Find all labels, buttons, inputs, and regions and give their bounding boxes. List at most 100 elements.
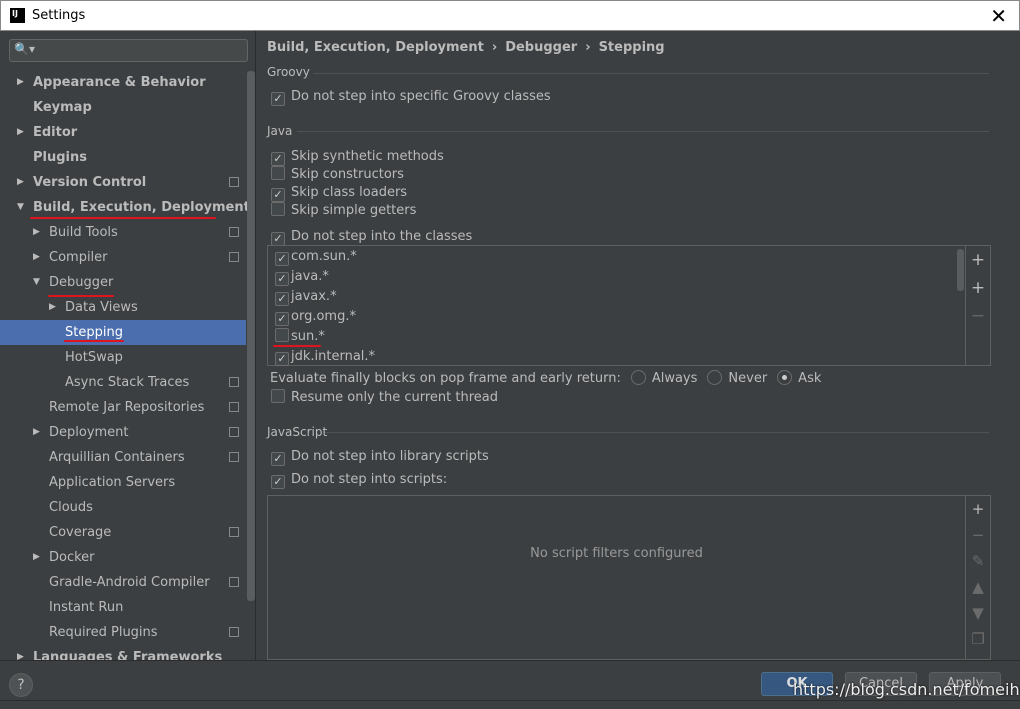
sidebar-item[interactable]: Remote Jar Repositories bbox=[0, 395, 246, 420]
sidebar-item-label: Debugger bbox=[49, 275, 114, 290]
class-filter-item[interactable]: ✓ javax.* bbox=[275, 288, 337, 306]
sidebar-item[interactable]: ▶ Build Tools bbox=[0, 220, 246, 245]
remove-icon[interactable]: − bbox=[966, 302, 990, 330]
status-strip bbox=[0, 700, 1020, 709]
remove-icon[interactable]: − bbox=[966, 522, 990, 548]
sidebar-scrollbar[interactable] bbox=[247, 71, 255, 601]
project-settings-icon bbox=[229, 177, 239, 187]
classes-list: ✓ com.sun.* ✓ java.* ✓ javax.* ✓ org.omg.* sun.*… bbox=[267, 245, 991, 366]
close-icon[interactable]: ✕ bbox=[990, 4, 1007, 28]
project-settings-icon bbox=[229, 252, 239, 262]
chevron-right-icon[interactable]: ▶ bbox=[17, 120, 24, 145]
window-title: Settings bbox=[32, 8, 86, 23]
copy-icon[interactable]: ❐ bbox=[966, 626, 990, 652]
list-scrollbar[interactable] bbox=[957, 249, 964, 291]
chevron-right-icon[interactable]: ▶ bbox=[17, 170, 24, 195]
sidebar-item[interactable]: Application Servers bbox=[0, 470, 246, 495]
add-icon[interactable]: + bbox=[966, 496, 990, 522]
sidebar-item[interactable]: ▶ Appearance & Behavior bbox=[0, 70, 246, 95]
sidebar-item[interactable]: Clouds bbox=[0, 495, 246, 520]
radio-never[interactable]: Never bbox=[697, 370, 767, 386]
move-up-icon[interactable]: ▲ bbox=[966, 574, 990, 600]
sidebar-item[interactable]: Gradle-Android Compiler bbox=[0, 570, 246, 595]
resume-only-checkbox[interactable]: Resume only the current thread bbox=[271, 389, 498, 407]
settings-tree: ▶ Appearance & Behavior Keymap ▶ Editor Plugi… bbox=[0, 70, 250, 660]
radio-ask[interactable]: Ask bbox=[767, 370, 821, 386]
radio-always[interactable]: Always bbox=[621, 370, 697, 386]
class-filter-item[interactable]: ✓ com.sun.* bbox=[275, 248, 357, 266]
chevron-right-icon[interactable]: ▶ bbox=[33, 220, 40, 245]
project-settings-icon bbox=[229, 227, 239, 237]
checkbox-icon: ✓ bbox=[271, 152, 285, 166]
chevron-down-icon[interactable]: ▼ bbox=[33, 270, 40, 295]
groovy-no-step-checkbox[interactable]: ✓ Do not step into specific Groovy classe… bbox=[271, 88, 551, 106]
java-section-title: Java bbox=[267, 124, 293, 138]
class-filter-item[interactable]: ✓ org.omg.* bbox=[275, 308, 356, 326]
search-input[interactable]: 🔍▾ bbox=[9, 39, 248, 62]
class-filter-item[interactable]: ✓ java.* bbox=[275, 268, 329, 286]
list-toolbar: + + − bbox=[965, 246, 990, 365]
sidebar-item[interactable]: ▶ Data Views bbox=[0, 295, 246, 320]
sidebar-item-label: Remote Jar Repositories bbox=[49, 400, 205, 415]
no-step-library-checkbox[interactable]: ✓ Do not step into library scripts bbox=[271, 448, 489, 466]
sidebar-item[interactable]: Arquillian Containers bbox=[0, 445, 246, 470]
sidebar-item-label: Clouds bbox=[49, 500, 93, 515]
class-filter-item[interactable]: ✓ jdk.internal.* bbox=[275, 348, 375, 366]
sidebar-item[interactable]: ▶ Editor bbox=[0, 120, 246, 145]
sidebar-item-label: Data Views bbox=[65, 300, 138, 315]
add-class-icon[interactable]: + bbox=[966, 246, 990, 274]
sidebar-item-label: Deployment bbox=[49, 425, 129, 440]
sidebar-item[interactable]: Keymap bbox=[0, 95, 246, 120]
checkbox-icon: ✓ bbox=[275, 312, 289, 326]
edit-icon[interactable]: ✎ bbox=[966, 548, 990, 574]
sidebar-item-label: Keymap bbox=[33, 100, 92, 115]
radio-icon bbox=[777, 370, 793, 385]
java-option-checkbox[interactable]: ✓ Skip class loaders bbox=[271, 184, 407, 202]
sidebar-item-label: Coverage bbox=[49, 525, 112, 540]
java-option-checkbox[interactable]: ✓ Skip synthetic methods bbox=[271, 148, 444, 166]
project-settings-icon bbox=[229, 377, 239, 387]
sidebar-item[interactable]: ▶ Docker bbox=[0, 545, 246, 570]
checkbox-icon: ✓ bbox=[271, 232, 285, 246]
sidebar-item-label: Instant Run bbox=[49, 600, 124, 615]
project-settings-icon bbox=[229, 577, 239, 587]
sidebar-item[interactable]: ▶ Deployment bbox=[0, 420, 246, 445]
sidebar-item-label: HotSwap bbox=[65, 350, 123, 365]
checkbox-icon bbox=[271, 166, 285, 180]
class-pattern: jdk.internal.* bbox=[291, 349, 376, 364]
sidebar-item[interactable]: HotSwap bbox=[0, 345, 246, 370]
help-button[interactable]: ? bbox=[9, 673, 33, 697]
java-option-checkbox[interactable]: Skip constructors bbox=[271, 166, 404, 184]
chevron-down-icon[interactable]: ▼ bbox=[17, 195, 24, 220]
annotation-underline bbox=[273, 345, 321, 347]
java-option-checkbox[interactable]: Skip simple getters bbox=[271, 202, 416, 220]
annotation-underline bbox=[48, 295, 114, 297]
checkbox-icon bbox=[271, 202, 285, 216]
class-filter-item[interactable]: sun.* bbox=[275, 328, 325, 346]
breadcrumb-item: Build, Execution, Deployment bbox=[267, 40, 484, 55]
java-option-checkbox[interactable]: ✓ Do not step into the classes bbox=[271, 228, 472, 246]
sidebar-item[interactable]: Instant Run bbox=[0, 595, 246, 620]
move-down-icon[interactable]: ▼ bbox=[966, 600, 990, 626]
chevron-right-icon[interactable]: ▶ bbox=[33, 545, 40, 570]
chevron-right-icon[interactable]: ▶ bbox=[33, 245, 40, 270]
chevron-right-icon[interactable]: ▶ bbox=[17, 645, 24, 660]
sidebar-item[interactable]: ▼ Debugger bbox=[0, 270, 246, 295]
no-step-scripts-checkbox[interactable]: ✓ Do not step into scripts: bbox=[271, 471, 447, 489]
sidebar-item[interactable]: Required Plugins bbox=[0, 620, 246, 645]
project-settings-icon bbox=[229, 527, 239, 537]
sidebar-item[interactable]: ▶ Version Control bbox=[0, 170, 246, 195]
sidebar-item[interactable]: Coverage bbox=[0, 520, 246, 545]
sidebar-item[interactable]: ▶ Languages & Frameworks bbox=[0, 645, 246, 660]
sidebar-item[interactable]: ▶ Compiler bbox=[0, 245, 246, 270]
script-filters-list: No script filters configured + − ✎ ▲ ▼ ❐ bbox=[267, 495, 991, 661]
sidebar-item[interactable]: Plugins bbox=[0, 145, 246, 170]
chevron-right-icon[interactable]: ▶ bbox=[17, 70, 24, 95]
chevron-right-icon[interactable]: ▶ bbox=[49, 295, 56, 320]
add-pattern-icon[interactable]: + bbox=[966, 274, 990, 302]
sidebar-item-label: Compiler bbox=[49, 250, 108, 265]
chevron-right-icon[interactable]: ▶ bbox=[33, 420, 40, 445]
sidebar-item-label: Plugins bbox=[33, 150, 87, 165]
sidebar-item[interactable]: Async Stack Traces bbox=[0, 370, 246, 395]
settings-sidebar: 🔍▾ ▶ Appearance & Behavior Keymap ▶ Editor Pl… bbox=[0, 31, 256, 660]
